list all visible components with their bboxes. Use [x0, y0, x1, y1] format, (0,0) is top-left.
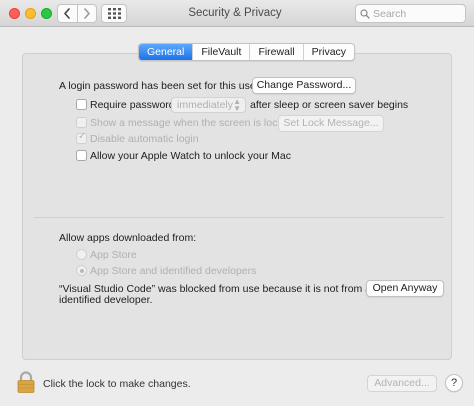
search-icon — [360, 8, 370, 19]
advanced-button[interactable]: Advanced... — [367, 375, 437, 392]
require-password-checkbox[interactable] — [76, 99, 87, 110]
grid-icon — [107, 8, 121, 19]
tab-filevault[interactable]: FileVault — [192, 44, 249, 60]
forward-button[interactable] — [76, 5, 97, 22]
checkmark-icon: ✓ — [78, 131, 87, 142]
blocked-message-line2: identified developer. — [59, 294, 153, 306]
apple-watch-checkbox[interactable] — [76, 150, 87, 161]
search-field[interactable] — [355, 4, 466, 23]
apple-watch-label: Allow your Apple Watch to unlock your Ma… — [90, 150, 291, 162]
window-title: Security & Privacy — [188, 7, 282, 19]
navigation-buttons — [57, 4, 97, 23]
show-all-button[interactable] — [101, 4, 127, 23]
radio-app-store[interactable] — [76, 249, 87, 260]
downloads-heading: Allow apps downloaded from: — [59, 232, 197, 244]
section-divider — [34, 217, 444, 218]
require-password-delay-select[interactable]: immediately ▲ ▼ — [171, 97, 246, 113]
tab-general[interactable]: General — [139, 44, 193, 60]
change-password-button[interactable]: Change Password... — [252, 77, 356, 94]
forward-icon — [83, 8, 90, 19]
search-input[interactable] — [373, 7, 463, 20]
tab-privacy[interactable]: Privacy — [302, 44, 354, 60]
require-password-label: Require password — [90, 99, 175, 111]
lock-button[interactable] — [16, 371, 36, 393]
back-button[interactable] — [58, 5, 77, 22]
disable-auto-login-label: Disable automatic login — [90, 133, 199, 145]
security-privacy-window: Security & Privacy General FileVault Fir… — [0, 0, 474, 406]
disable-auto-login-checkbox[interactable]: ✓ — [76, 131, 87, 144]
help-icon: ? — [450, 377, 458, 389]
show-message-checkbox[interactable] — [76, 117, 87, 128]
login-password-text: A login password has been set for this u… — [59, 80, 260, 92]
minimize-window-button[interactable] — [25, 8, 36, 19]
radio-app-store-label: App Store — [90, 249, 137, 261]
back-icon — [64, 8, 71, 19]
help-button[interactable]: ? — [445, 374, 463, 392]
zoom-window-button[interactable] — [41, 8, 52, 19]
show-message-label: Show a message when the screen is locked — [90, 117, 295, 129]
require-password-delay-value: immediately — [177, 99, 234, 111]
tab-firewall[interactable]: Firewall — [249, 44, 302, 60]
lock-icon — [17, 371, 35, 393]
set-lock-message-button[interactable]: Set Lock Message... — [278, 115, 384, 132]
open-anyway-button[interactable]: Open Anyway — [366, 280, 444, 297]
stepper-arrows-icon: ▲ ▼ — [233, 97, 241, 113]
title-bar: Security & Privacy — [0, 0, 474, 27]
close-window-button[interactable] — [9, 8, 20, 19]
radio-app-store-identified[interactable] — [76, 265, 87, 276]
tab-bar: General FileVault Firewall Privacy — [138, 43, 356, 61]
radio-app-store-identified-label: App Store and identified developers — [90, 265, 257, 277]
require-password-suffix: after sleep or screen saver begins — [250, 99, 409, 111]
lock-text: Click the lock to make changes. — [43, 378, 191, 390]
